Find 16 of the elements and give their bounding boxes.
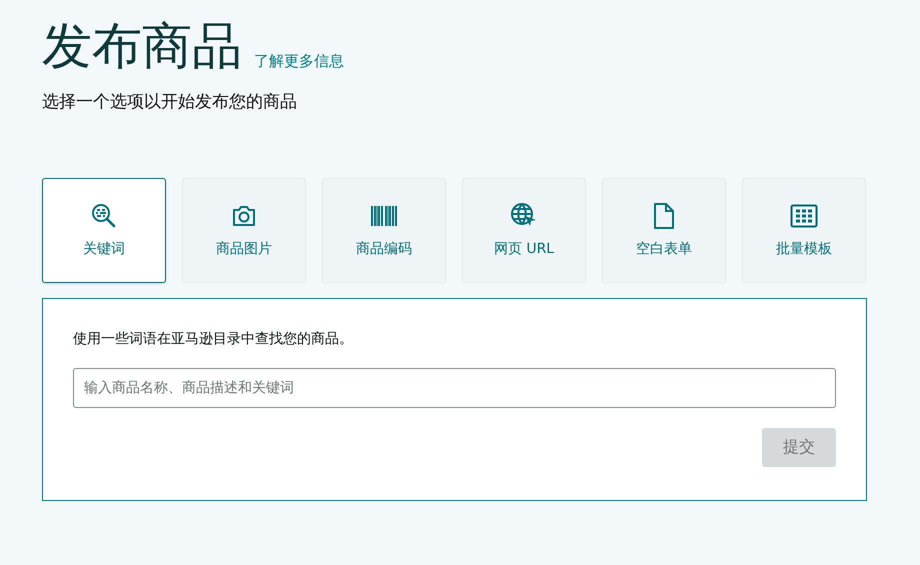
subtitle: 选择一个选项以开始发布您的商品 [42, 91, 298, 114]
option-card[interactable]: 商品图片 [182, 178, 306, 282]
option-card[interactable]: 商品编码 [322, 178, 446, 282]
learn-more-link[interactable]: 了解更多信息 [254, 50, 344, 72]
instruction-text: 使用一些词语在亚马逊目录中查找您的商品。 [73, 330, 354, 348]
page-title: 发布商品 [42, 16, 242, 77]
magnifier-icon [90, 202, 118, 230]
option-card[interactable]: 关键词 [42, 178, 166, 282]
barcode-icon [371, 206, 397, 226]
option-card[interactable]: 空白表单 [602, 178, 726, 282]
camera-icon [231, 204, 257, 228]
search-field[interactable]: 输入商品名称、商品描述和关键词 [73, 368, 836, 408]
spreadsheet-icon [790, 204, 818, 228]
document-icon [653, 202, 675, 228]
option-card[interactable]: 网页 URL [462, 178, 586, 282]
option-card[interactable]: 批量模板 [742, 178, 866, 282]
